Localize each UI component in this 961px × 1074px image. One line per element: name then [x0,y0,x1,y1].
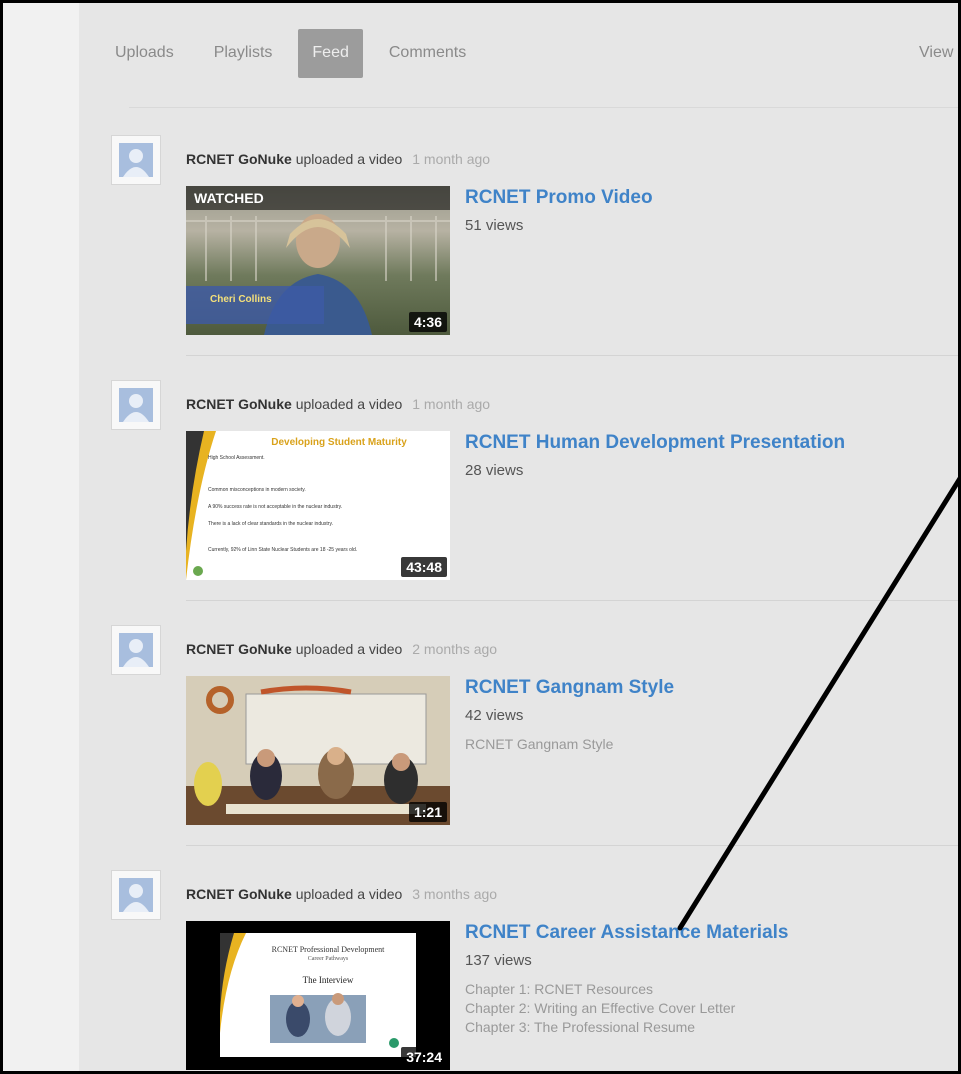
slide-bullets: High School Assessment. Common misconcep… [208,455,446,553]
slide-heading: Developing Student Maturity [271,437,407,448]
video-duration: 43:48 [401,557,447,577]
activity-action: uploaded a video [295,151,403,167]
slide-bullet: A 90% success rate is not acceptable in … [208,504,343,510]
video-title-link[interactable]: RCNET Promo Video [465,187,653,209]
activity-action: uploaded a video [295,886,403,902]
video-thumbnail[interactable]: RCNET Professional Development Career Pa… [186,921,450,1070]
tab-playlists[interactable]: Playlists [200,29,287,78]
slide-bullet: Common misconceptions in modern society. [208,487,306,493]
activity-line: RCNET GoNuke uploaded a video 1 month ag… [186,396,490,412]
channel-name-link[interactable]: RCNET GoNuke [186,886,292,902]
view-count: 28 views [465,462,524,479]
activity-time: 1 month ago [412,151,491,167]
activity-action: uploaded a video [295,396,403,412]
thumbnail-caption: Cheri Collins [210,294,272,305]
divider [129,107,958,108]
default-avatar-icon [119,633,153,667]
avatar[interactable] [111,870,161,920]
slide-title: The Interview [302,975,354,985]
activity-line: RCNET GoNuke uploaded a video 2 months a… [186,641,497,657]
video-thumbnail[interactable]: 1:21 [186,676,450,825]
slide-bullet: There is a lack of clear standards in th… [208,521,333,527]
view-count: 42 views [465,707,524,724]
description-line: Chapter 2: Writing an Effective Cover Le… [465,1000,736,1016]
video-thumbnail[interactable]: WATCHED Cheri Collins 4:36 [186,186,450,335]
channel-name-link[interactable]: RCNET GoNuke [186,641,292,657]
slide-frame: RCNET Professional Development Career Pa… [220,933,416,1057]
browser-frame: Uploads Playlists Feed Comments View RCN… [0,0,961,1074]
default-avatar-icon [119,388,153,422]
description-line: RCNET Gangnam Style [465,736,614,752]
video-title-link[interactable]: RCNET Gangnam Style [465,677,674,699]
slide-bullet: Currently, 92% of Linn State Nuclear Stu… [208,547,358,553]
feed-item: RCNET GoNuke uploaded a video 1 month ag… [79,380,958,625]
tab-feed[interactable]: Feed [298,29,363,78]
video-thumbnail[interactable]: Developing Student Maturity High School … [186,431,450,580]
divider [186,355,958,356]
channel-content: Uploads Playlists Feed Comments View RCN… [79,3,958,1071]
activity-action: uploaded a video [295,641,403,657]
activity-time: 3 months ago [412,886,498,902]
video-duration: 1:21 [408,802,447,822]
divider [186,600,958,601]
watched-badge: WATCHED [186,186,450,210]
feed-item: RCNET GoNuke uploaded a video 2 months a… [79,625,958,870]
description-line: Chapter 3: The Professional Resume [465,1019,696,1035]
default-avatar-icon [119,143,153,177]
video-duration: 4:36 [408,312,447,332]
slide-subheading: Career Pathways [307,956,349,962]
description-line: Chapter 1: RCNET Resources [465,981,654,997]
avatar[interactable] [111,135,161,185]
channel-tabs: Uploads Playlists Feed Comments [103,29,492,78]
video-description: RCNET Gangnam Style [465,735,613,754]
slide-heading: RCNET Professional Development [271,945,385,954]
activity-line: RCNET GoNuke uploaded a video 1 month ag… [186,151,490,167]
video-description: Chapter 1: RCNET Resources Chapter 2: Wr… [465,980,735,1037]
tab-comments[interactable]: Comments [375,29,480,78]
video-title-link[interactable]: RCNET Career Assistance Materials [465,922,789,944]
tab-uploads[interactable]: Uploads [103,29,188,78]
avatar[interactable] [111,380,161,430]
view-link[interactable]: View [919,44,953,62]
channel-name-link[interactable]: RCNET GoNuke [186,151,292,167]
activity-time: 2 months ago [412,641,498,657]
video-duration: 37:24 [401,1047,447,1067]
activity-time: 1 month ago [412,396,491,412]
feed-item: RCNET GoNuke uploaded a video 1 month ag… [79,135,958,380]
divider [186,845,958,846]
slide-bullet: High School Assessment. [208,455,265,461]
default-avatar-icon [119,878,153,912]
view-count: 137 views [465,952,532,969]
activity-line: RCNET GoNuke uploaded a video 3 months a… [186,886,497,902]
channel-name-link[interactable]: RCNET GoNuke [186,396,292,412]
avatar[interactable] [111,625,161,675]
video-title-link[interactable]: RCNET Human Development Presentation [465,432,845,454]
feed-item: RCNET GoNuke uploaded a video 3 months a… [79,870,958,1071]
view-count: 51 views [465,217,524,234]
